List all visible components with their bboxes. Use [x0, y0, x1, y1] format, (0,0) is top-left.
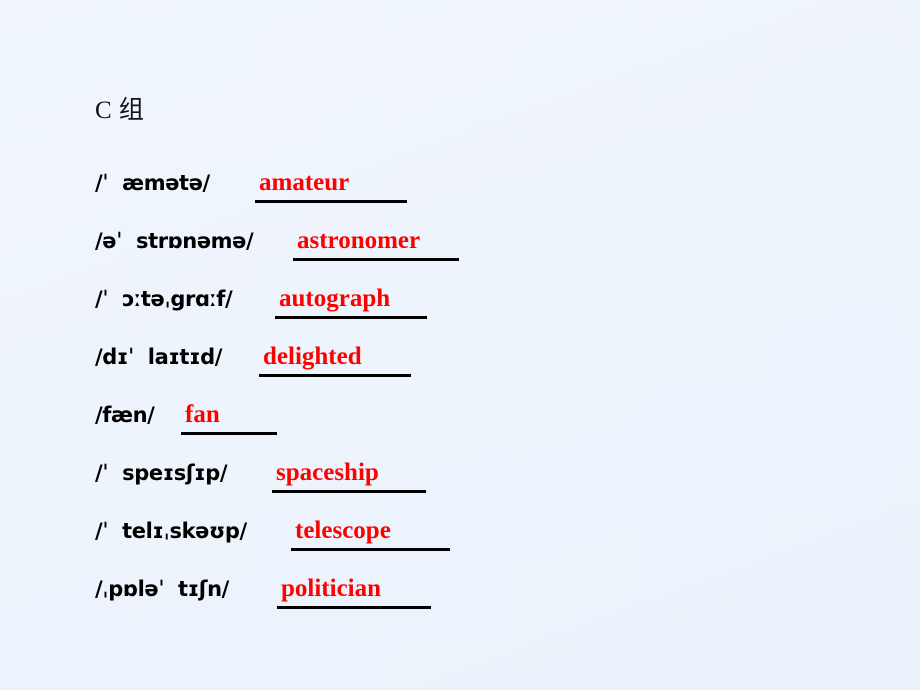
vocabulary-entry-row: /ˈ speɪsʃɪp/spaceship — [95, 435, 855, 493]
exercise-content: C 组 /ˈ æmətə/amateur/əˈ strɒnəmə/astrono… — [95, 98, 855, 609]
phonetic-transcription: /ˈ speɪsʃɪp/ — [95, 460, 228, 485]
phonetic-transcription: /əˈ strɒnəmə/ — [95, 228, 254, 253]
answer-blank[interactable]: telescope — [291, 517, 450, 551]
phonetic-transcription: /ˈ æmətə/ — [95, 170, 210, 195]
phonetic-transcription: /ˈ telɪˌskəʊp/ — [95, 518, 247, 543]
page-title: C 组 — [95, 97, 145, 124]
answer-word: delighted — [263, 343, 362, 371]
answer-word: telescope — [295, 517, 391, 545]
phonetic-transcription: /fæn/ — [95, 402, 155, 427]
vocabulary-entry-row: /dɪˈ laɪtɪd/delighted — [95, 319, 855, 377]
answer-word: fan — [185, 401, 220, 429]
phonetic-transcription: /dɪˈ laɪtɪd/ — [95, 344, 223, 369]
vocabulary-entry-row: /ˈ ɔːtəˌgrɑːf/autograph — [95, 261, 855, 319]
answer-word: astronomer — [297, 227, 421, 255]
vocabulary-entry-row: /fæn/fan — [95, 377, 855, 435]
vocabulary-entry-row: /ˌpɒləˈ tɪʃn/politician — [95, 551, 855, 609]
answer-blank[interactable]: amateur — [255, 169, 407, 203]
answer-blank[interactable]: fan — [181, 401, 277, 435]
answer-blank[interactable]: autograph — [275, 285, 427, 319]
slide-canvas: C 组 /ˈ æmətə/amateur/əˈ strɒnəmə/astrono… — [0, 0, 920, 690]
answer-blank[interactable]: spaceship — [272, 459, 426, 493]
answer-word: politician — [281, 575, 382, 603]
answer-blank[interactable]: delighted — [259, 343, 411, 377]
answer-blank[interactable]: astronomer — [293, 227, 459, 261]
phonetic-transcription: /ˈ ɔːtəˌgrɑːf/ — [95, 286, 233, 311]
answer-blank[interactable]: politician — [277, 575, 431, 609]
vocabulary-entry-row: /ˈ æmətə/amateur — [95, 145, 855, 203]
phonetic-answer-list: /ˈ æmətə/amateur/əˈ strɒnəmə/astronomer /… — [95, 145, 855, 609]
vocabulary-entry-row: /əˈ strɒnəmə/astronomer — [95, 203, 855, 261]
answer-word: amateur — [259, 169, 350, 197]
phonetic-transcription: /ˌpɒləˈ tɪʃn/ — [95, 576, 229, 601]
vocabulary-entry-row: /ˈ telɪˌskəʊp/telescope — [95, 493, 855, 551]
answer-word: autograph — [279, 285, 391, 313]
answer-word: spaceship — [276, 459, 379, 487]
